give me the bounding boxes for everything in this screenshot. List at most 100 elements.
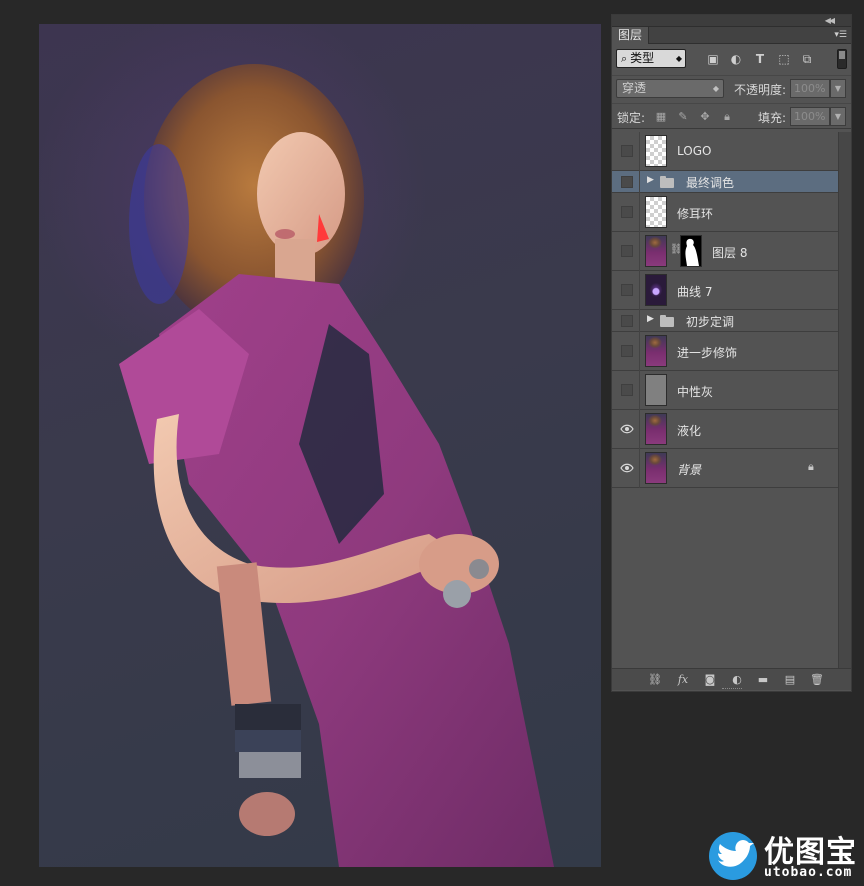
visibility-toggle[interactable]	[620, 423, 634, 435]
photo-artwork	[119, 64, 554, 867]
layer-name: 进一步修饰	[677, 346, 738, 360]
shape-layer-filter-icon[interactable]: ⬚	[777, 52, 791, 66]
blend-opacity-row: 穿透 ◆ 不透明度: 100% ▼	[612, 75, 851, 101]
layer-name: 背景	[677, 463, 702, 477]
lock-transparent-pixels-icon[interactable]: ▦	[654, 110, 668, 124]
layer-name: 液化	[677, 424, 702, 438]
visibility-toggle[interactable]	[621, 245, 633, 257]
layer-thumbnail	[645, 452, 667, 484]
visibility-toggle[interactable]	[621, 384, 633, 396]
filter-kind-value: 类型	[630, 51, 655, 65]
lock-label: 锁定:	[617, 111, 646, 125]
layers-scrollbar[interactable]	[838, 132, 851, 668]
new-layer-icon[interactable]: ▤	[782, 672, 798, 688]
blend-mode-value: 穿透	[622, 81, 647, 95]
add-mask-icon[interactable]: ◙	[702, 672, 718, 688]
new-adjustment-layer-icon[interactable]: ◐	[729, 672, 745, 688]
layer-name: 修耳环	[677, 207, 714, 221]
filter-toggle-switch[interactable]	[837, 49, 847, 69]
visibility-toggle[interactable]	[621, 345, 633, 357]
row-separator	[639, 132, 640, 171]
photoshop-workspace: ◀◀ 图层 ▾☰ ⌕ 类型 ◆ ▣ ◐ T ⬚ ⧉ 穿透 ◆ 不透明度: 100…	[0, 0, 864, 886]
search-icon: ⌕	[621, 52, 628, 65]
layer-name: 中性灰	[677, 385, 714, 399]
layer-thumbnail	[645, 413, 667, 445]
link-layers-icon[interactable]: ⛓	[647, 672, 663, 688]
layer-name: 曲线 7	[677, 285, 713, 299]
layer-row-background[interactable]: 背景 🔒︎	[612, 449, 838, 488]
panel-header-bar: ◀◀	[612, 15, 851, 27]
layer-thumbnail	[645, 374, 667, 406]
delete-layer-icon[interactable]: 🗑︎	[809, 672, 825, 688]
lock-image-pixels-icon[interactable]: ✎	[676, 110, 690, 124]
collapse-panel-icon[interactable]: ◀◀	[825, 15, 835, 27]
visibility-toggle[interactable]	[621, 176, 633, 188]
row-separator	[639, 332, 640, 371]
folder-icon	[660, 176, 674, 188]
visibility-toggle[interactable]	[621, 206, 633, 218]
mask-silhouette	[685, 238, 699, 266]
expand-triangle-icon[interactable]: ▶	[647, 175, 654, 185]
tab-layers[interactable]: 图层	[612, 27, 650, 44]
lock-icon: 🔒︎	[808, 460, 814, 473]
row-separator	[639, 171, 640, 193]
fill-label: 填充:	[758, 111, 787, 125]
eye-icon	[620, 463, 634, 473]
updown-arrows-icon: ◆	[675, 54, 682, 63]
filter-kind-select[interactable]: ⌕ 类型 ◆	[616, 49, 686, 68]
layer-thumbnail	[645, 335, 667, 367]
document-canvas[interactable]	[39, 24, 601, 867]
opacity-label: 不透明度:	[734, 83, 787, 97]
type-layer-filter-icon[interactable]: T	[753, 52, 767, 66]
blend-mode-select[interactable]: 穿透 ◆	[616, 79, 724, 98]
folder-icon	[660, 315, 674, 327]
visibility-toggle[interactable]	[621, 315, 633, 327]
watermark: 优图宝 utobao.com	[706, 826, 864, 882]
lock-fill-row: 锁定: ▦ ✎ ✥ 🔒︎ 填充: 100% ▼	[612, 103, 851, 129]
fill-input[interactable]: 100%	[790, 107, 830, 126]
layer-row-liquify[interactable]: 液化	[612, 410, 838, 449]
layer-thumbnail	[645, 196, 667, 228]
adjustment-layer-filter-icon[interactable]: ◐	[729, 52, 743, 66]
updown-arrows-icon: ◆	[712, 84, 719, 93]
smart-object-filter-icon[interactable]: ⧉	[800, 52, 814, 66]
row-separator	[639, 271, 640, 310]
expand-triangle-icon[interactable]: ▶	[647, 314, 654, 324]
layer-mask-thumbnail[interactable]	[680, 235, 702, 267]
row-separator	[639, 449, 640, 488]
pixel-layer-filter-icon[interactable]: ▣	[706, 52, 720, 66]
row-separator	[639, 410, 640, 449]
layer-row-group-final[interactable]: ▶ 最终调色	[612, 171, 838, 193]
visibility-toggle[interactable]	[620, 462, 634, 474]
layers-list: LOGO ▶ 最终调色 修耳环 ⛓ 图层 8 曲线 7 ▶ 初步定调 进一步修饰…	[612, 132, 838, 668]
layer-name: 最终调色	[686, 176, 735, 190]
layer-row-logo[interactable]: LOGO	[612, 132, 838, 171]
fx-icon[interactable]: fx	[675, 672, 691, 688]
opacity-input[interactable]: 100%	[790, 79, 830, 98]
visibility-toggle[interactable]	[621, 145, 633, 157]
layer-filter-row: ⌕ 类型 ◆ ▣ ◐ T ⬚ ⧉	[612, 46, 851, 72]
lock-all-icon[interactable]: 🔒︎	[720, 110, 734, 124]
layer-thumbnail	[645, 274, 667, 306]
layer-row-neutral-gray[interactable]: 中性灰	[612, 371, 838, 410]
layer-row-refine[interactable]: 进一步修饰	[612, 332, 838, 371]
row-separator	[639, 371, 640, 410]
opacity-slider-button[interactable]: ▼	[830, 79, 846, 98]
fill-slider-button[interactable]: ▼	[830, 107, 846, 126]
resize-grip[interactable]	[722, 688, 742, 690]
layer-row-curves7[interactable]: 曲线 7	[612, 271, 838, 310]
row-separator	[639, 310, 640, 332]
layer-row-earring[interactable]: 修耳环	[612, 193, 838, 232]
lock-position-icon[interactable]: ✥	[698, 110, 712, 124]
layer-row-layer8[interactable]: ⛓ 图层 8	[612, 232, 838, 271]
layer-thumbnail	[645, 235, 667, 267]
row-separator	[639, 232, 640, 271]
new-group-icon[interactable]: ▬	[755, 672, 771, 688]
visibility-toggle[interactable]	[621, 284, 633, 296]
layer-name: LOGO	[677, 144, 712, 158]
panel-menu-icon[interactable]: ▾☰	[834, 29, 847, 41]
panel-tab-bar: 图层 ▾☰	[612, 27, 851, 44]
layer-row-group-initial[interactable]: ▶ 初步定调	[612, 310, 838, 332]
layers-panel: ◀◀ 图层 ▾☰ ⌕ 类型 ◆ ▣ ◐ T ⬚ ⧉ 穿透 ◆ 不透明度: 100…	[611, 14, 852, 692]
eye-icon	[620, 424, 634, 434]
